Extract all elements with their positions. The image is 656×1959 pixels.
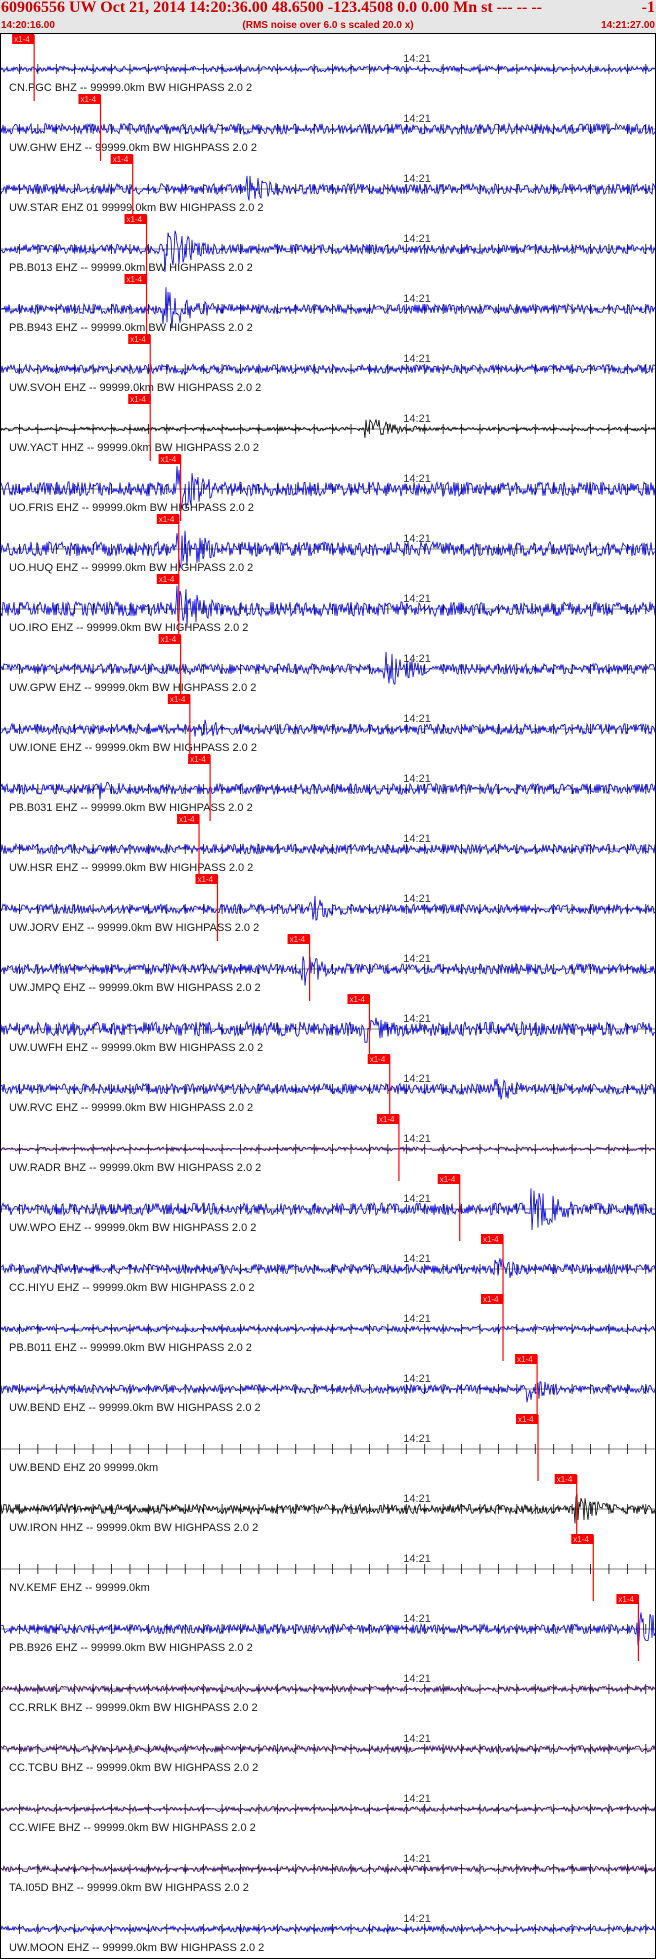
rms-subtitle: (RMS noise over 6.0 s scaled 20.0 x)	[242, 20, 414, 31]
event-title-right: -1	[638, 0, 655, 17]
event-title: 60906556 UW Oct 21, 2014 14:20:36.00 48.…	[1, 0, 542, 16]
plot-header: 60906556 UW Oct 21, 2014 14:20:36.00 48.…	[0, 0, 656, 33]
end-time: 14:21:27.00	[601, 20, 655, 31]
plot-frame	[0, 33, 656, 1959]
